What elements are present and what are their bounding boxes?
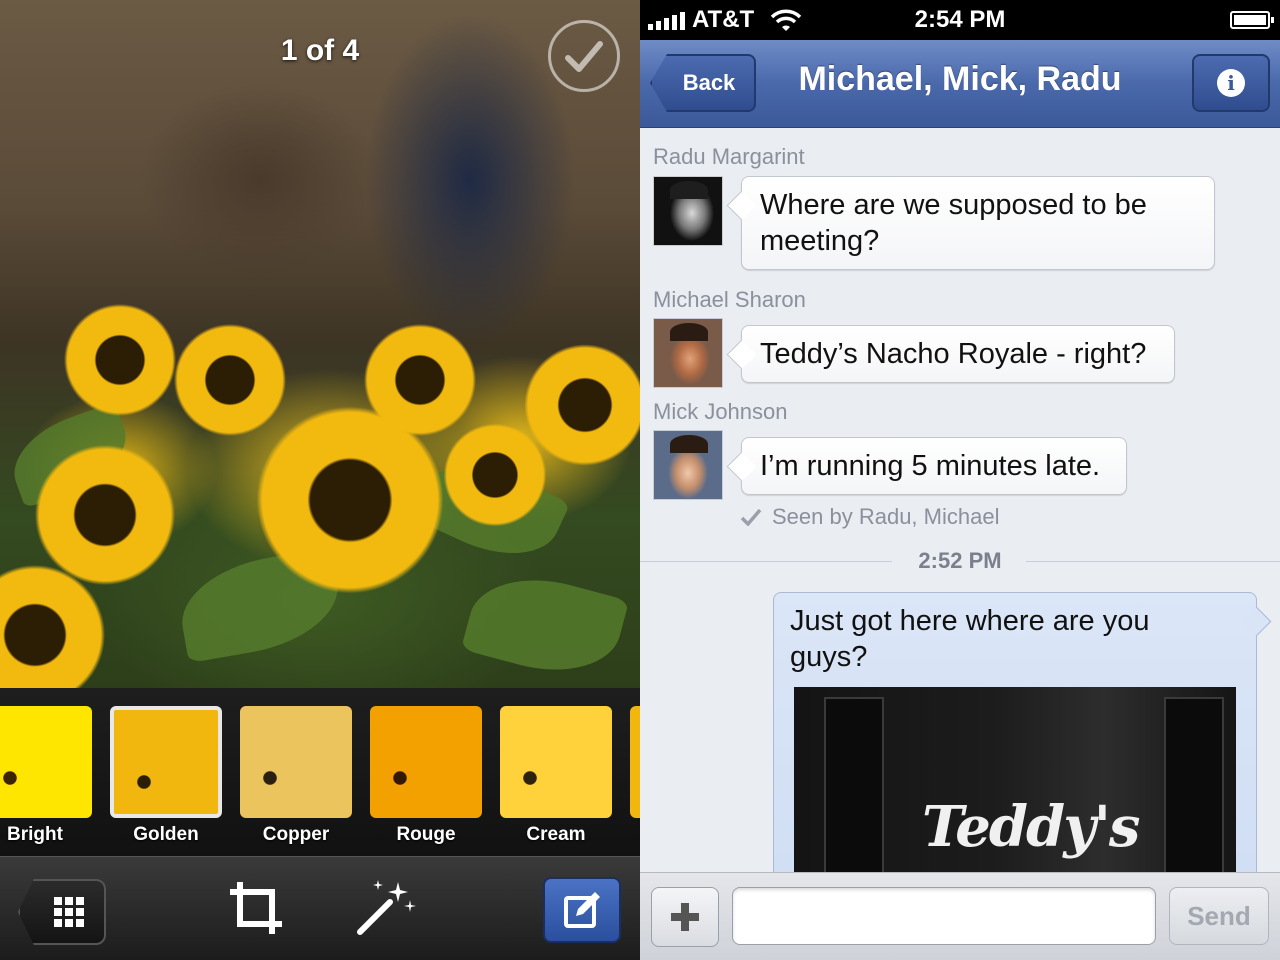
messenger-panel: AT&T 2:54 PM Back Michael, Mick, Radu i … — [640, 0, 1280, 960]
filter-label: Copper — [262, 824, 330, 845]
select-photo-checkmark[interactable] — [548, 20, 620, 92]
grid-back-button[interactable] — [18, 879, 106, 945]
sunflower-photo[interactable]: 1 of 4 — [0, 0, 640, 688]
divider — [1026, 561, 1280, 562]
leaf — [460, 562, 630, 688]
conversation-title: Michael, Mick, Radu — [798, 60, 1122, 98]
filter-thumbnail — [0, 706, 92, 818]
filter-cream[interactable]: Cream — [500, 706, 612, 845]
grid-icon — [54, 897, 84, 927]
outgoing-message-text: Just got here where are you guys? — [790, 605, 1150, 673]
status-bar: AT&T 2:54 PM — [640, 0, 1280, 40]
time-separator: 2:52 PM — [640, 548, 1280, 574]
sender-name: Michael Sharon — [653, 287, 806, 312]
send-button[interactable]: Send — [1169, 887, 1269, 945]
checkmark-icon — [740, 508, 762, 526]
sender-name: Radu Margarint — [653, 144, 805, 169]
status-time: 2:54 PM — [914, 6, 1006, 33]
battery-icon — [1230, 11, 1274, 29]
filter-thumbnail — [110, 706, 222, 818]
compose-edit-button[interactable] — [543, 877, 621, 943]
plus-icon — [671, 903, 699, 931]
filter-thumbnail — [240, 706, 352, 818]
crop-icon[interactable] — [226, 878, 286, 938]
sender-name: Mick Johnson — [653, 399, 788, 424]
add-attachment-button[interactable] — [651, 887, 719, 947]
avatar-hair — [670, 323, 708, 341]
filter-golden[interactable]: Golden — [110, 706, 222, 845]
sunflower — [60, 300, 180, 420]
checkmark-icon — [565, 41, 603, 72]
sunflower — [440, 420, 550, 530]
filter-strip: Bright Golden Copper Rouge Cream — [0, 688, 640, 856]
filter-bright[interactable]: Bright — [0, 706, 92, 845]
outgoing-message-bubble: Just got here where are you guys? Teddy'… — [773, 592, 1257, 892]
back-button[interactable]: Back — [650, 54, 756, 112]
attached-photo[interactable]: Teddy's — [794, 687, 1236, 887]
filter-rouge[interactable]: Rouge — [370, 706, 482, 845]
window-pane — [1164, 697, 1224, 887]
seen-receipt: Seen by Radu, Michael — [740, 504, 999, 530]
message-bubble: Where are we supposed to be meeting? — [741, 176, 1215, 270]
filter-copper[interactable]: Copper — [240, 706, 352, 845]
sunflower — [170, 320, 290, 440]
message-bubble: Teddy’s Nacho Royale - right? — [741, 325, 1175, 383]
window-pane — [824, 697, 884, 887]
photo-counter: 1 of 4 — [280, 34, 360, 67]
filter-label: Golden — [133, 824, 199, 845]
sunflower — [360, 320, 480, 440]
navigation-bar: Back Michael, Mick, Radu i — [640, 40, 1280, 128]
message-input[interactable] — [732, 887, 1156, 945]
info-button[interactable]: i — [1192, 54, 1270, 112]
avatar-hair — [670, 435, 708, 453]
avatar[interactable] — [653, 430, 723, 500]
info-icon: i — [1217, 69, 1245, 97]
avatar[interactable] — [653, 318, 723, 388]
message-composer: Send — [640, 872, 1280, 960]
filter-next-partial[interactable] — [630, 706, 640, 842]
filter-thumbnail — [630, 706, 640, 818]
photo-sign-text: Teddy's — [922, 794, 1140, 860]
photo-editor-panel: 1 of 4 Bright Golden Copper Rouge Cream — [0, 0, 640, 960]
avatar[interactable] — [653, 176, 723, 246]
seen-text: Seen by Radu, Michael — [772, 504, 1000, 529]
message-bubble: I’m running 5 minutes late. — [741, 437, 1127, 495]
filter-label: Cream — [526, 824, 586, 845]
filter-label: Rouge — [396, 824, 456, 845]
avatar-hair — [670, 181, 708, 199]
magic-wand-icon[interactable] — [354, 878, 418, 938]
filter-thumbnail — [370, 706, 482, 818]
edit-icon — [564, 892, 600, 928]
filter-thumbnail — [500, 706, 612, 818]
